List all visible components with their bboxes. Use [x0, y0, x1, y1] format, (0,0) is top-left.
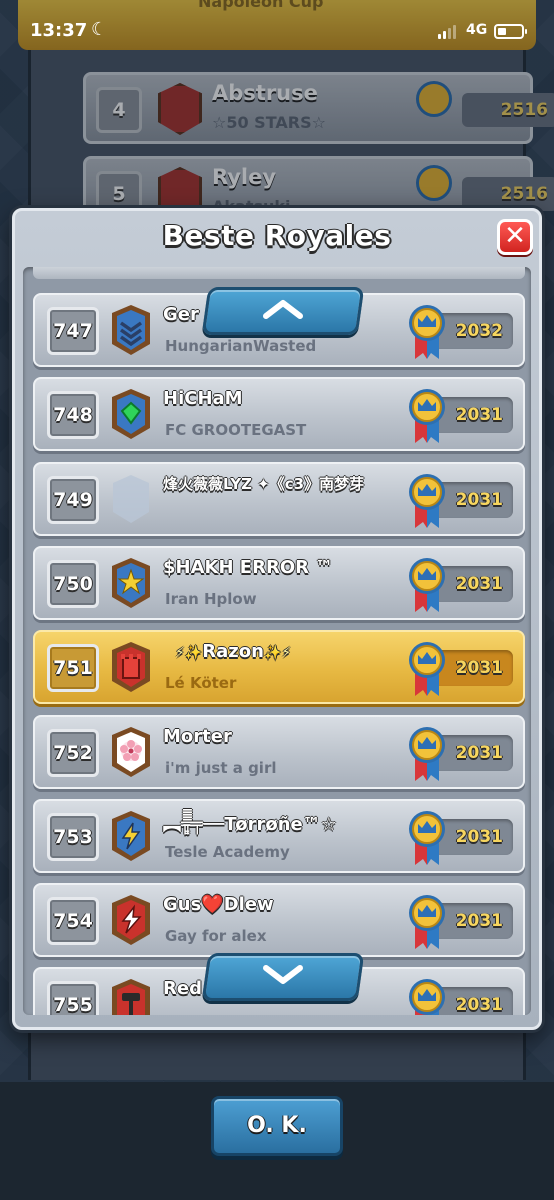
scroll-up-button[interactable] [201, 287, 365, 335]
gem-badge-icon [109, 387, 153, 441]
rank-number: 749 [47, 476, 99, 524]
lightning-badge-icon [109, 893, 153, 947]
clan-name: Tesle Academy [165, 843, 290, 861]
network-type: 4G [466, 22, 488, 38]
player-row[interactable]: 748 HiCHaM FC GROOTEGAST 2031 [33, 377, 525, 451]
clan-name: FC GROOTEGAST [165, 421, 307, 439]
clan-name: HungarianWasted [165, 337, 317, 355]
close-icon: ✕ [504, 221, 526, 251]
rank-number: 750 [47, 560, 99, 608]
ok-button[interactable]: O. K. [211, 1096, 343, 1156]
close-button[interactable]: ✕ [497, 219, 533, 255]
chevron-down-icon [261, 963, 305, 991]
empty-badge-icon [109, 472, 153, 526]
battery-icon [494, 24, 527, 39]
bolt-badge-icon [109, 809, 153, 863]
flower-badge-icon [109, 725, 153, 779]
player-name: ⚡✨Razon✨⚡ [175, 641, 291, 662]
rank-number: 751 [47, 644, 99, 692]
rank-number: 748 [47, 391, 99, 439]
leaderboard-list[interactable]: 747 Ger HungarianWasted 2032 748 HiCHaM … [23, 267, 531, 1015]
clan-name: Gay for alex [165, 927, 267, 945]
player-name: Red [163, 978, 202, 999]
player-name: Ger [163, 304, 199, 325]
rank-number: 753 [47, 813, 99, 861]
player-row[interactable]: 753 ︻╦̵̵͇̿̿̿̿╤──Tørrøñe™☆ Tesle Academy … [33, 799, 525, 873]
sparkle-icon: ✨⚡ [263, 645, 292, 661]
moon-icon: ☾ [91, 19, 108, 40]
player-name-text: Razon [202, 641, 264, 662]
sparkle-icon: ⚡✨ [175, 645, 203, 661]
trophy-medal-icon [407, 893, 447, 951]
player-name: $HAKH ERROR ™ [163, 557, 334, 578]
chevron-up-icon [261, 297, 305, 325]
status-bar: 13:37 ☾ 4G [0, 18, 554, 48]
clan-name: Lé Köter [165, 674, 237, 692]
status-time: 13:37 [30, 20, 88, 41]
leaderboard-modal: Beste Royales ✕ 747 Ger HungarianWasted … [12, 208, 542, 1030]
scroll-down-button[interactable] [201, 953, 365, 1001]
trophy-medal-icon [407, 303, 447, 361]
player-row[interactable]: 752 Morter i'm just a girl 2031 [33, 715, 525, 789]
trophy-medal-icon [407, 472, 447, 530]
chevron-badge-icon [109, 303, 153, 357]
hammer-badge-icon [109, 977, 153, 1015]
trophy-medal-icon [407, 809, 447, 867]
trophy-medal-icon [407, 977, 447, 1015]
rank-number: 755 [47, 981, 99, 1015]
player-name: 烽火薇薇LYZ ✦《c3》南梦芽 [163, 475, 365, 493]
modal-title: Beste Royales [162, 219, 392, 252]
rank-number: 752 [47, 729, 99, 777]
player-row[interactable]: 750 $HAKH ERROR ™ Iran Hplow 2031 [33, 546, 525, 620]
rank-number: 747 [47, 307, 99, 355]
clan-name: i'm just a girl [165, 759, 277, 777]
player-name: Morter [163, 726, 232, 747]
player-name: HiCHaM [163, 388, 243, 409]
player-row[interactable]: 754 Gus❤️Dlew Gay for alex 2031 [33, 883, 525, 957]
player-name: Gus❤️Dlew [163, 894, 274, 915]
signal-icon [438, 25, 456, 39]
player-row[interactable]: 751 ⚡✨Razon✨⚡ Lé Köter 2031 [33, 630, 525, 704]
clan-name: Iran Hplow [165, 590, 257, 608]
trophy-medal-icon [407, 725, 447, 783]
player-name: ︻╦̵̵͇̿̿̿̿╤──Tørrøñe™☆ [163, 814, 337, 835]
star-badge-icon [109, 556, 153, 610]
trophy-medal-icon [407, 556, 447, 614]
previous-row-edge [33, 267, 525, 279]
rank-number: 754 [47, 897, 99, 945]
player-row[interactable]: 749 烽火薇薇LYZ ✦《c3》南梦芽 2031 [33, 462, 525, 536]
trophy-medal-icon [407, 387, 447, 445]
trophy-medal-icon [407, 640, 447, 698]
tower-badge-icon [109, 640, 153, 694]
